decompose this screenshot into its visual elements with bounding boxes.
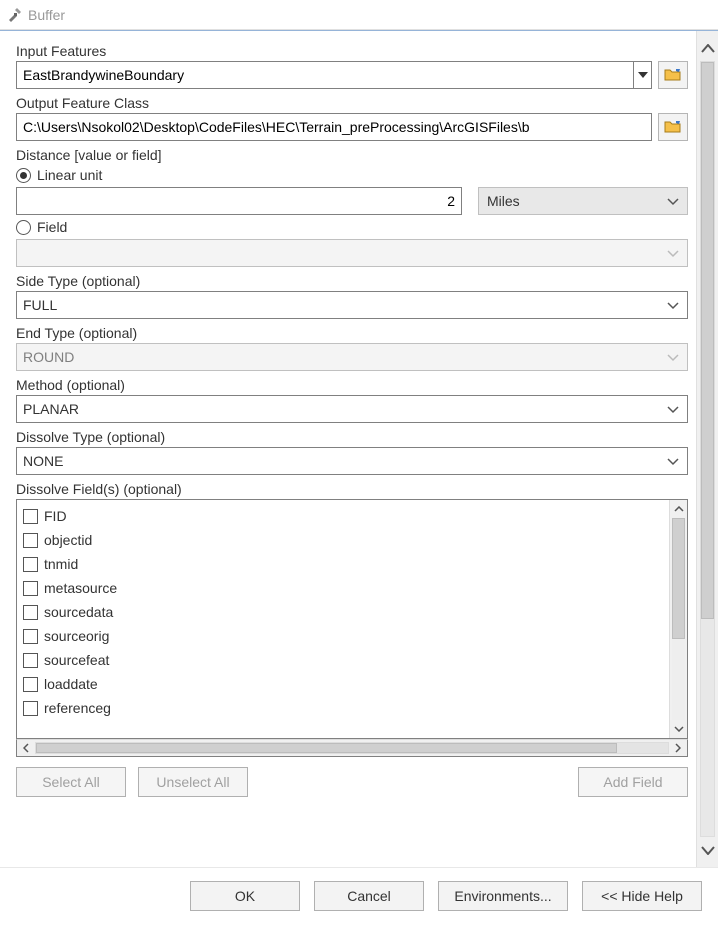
- field-item[interactable]: objectid: [23, 528, 663, 552]
- end-type-value: ROUND: [23, 349, 74, 365]
- field-checkbox[interactable]: [23, 557, 38, 572]
- chevron-down-icon: [667, 453, 679, 469]
- chevron-down-icon: [667, 349, 679, 365]
- folder-open-icon: [664, 119, 682, 135]
- field-item-label: tnmid: [44, 556, 78, 572]
- side-type-select[interactable]: FULL: [16, 291, 688, 319]
- input-features-browse-button[interactable]: [658, 61, 688, 89]
- input-features-input[interactable]: [17, 62, 633, 88]
- chevron-down-icon: [667, 245, 679, 261]
- input-features-label: Input Features: [16, 43, 688, 59]
- field-checkbox[interactable]: [23, 509, 38, 524]
- chevron-up-icon[interactable]: [697, 37, 718, 59]
- field-radio-label: Field: [37, 219, 67, 235]
- chevron-down-icon: [667, 297, 679, 313]
- field-item-label: referenceg: [44, 700, 111, 716]
- dissolve-type-value: NONE: [23, 453, 63, 469]
- window-title: Buffer: [28, 7, 65, 23]
- fields-horizontal-scrollbar[interactable]: [16, 739, 688, 757]
- fields-list: FID objectid tnmid metasource sourcedata sour…: [17, 500, 669, 738]
- field-item-label: sourceorig: [44, 628, 109, 644]
- input-features-combo[interactable]: [16, 61, 652, 89]
- method-value: PLANAR: [23, 401, 79, 417]
- scroll-track[interactable]: [672, 518, 685, 720]
- scroll-thumb[interactable]: [36, 743, 617, 753]
- unselect-all-button[interactable]: Unselect All: [138, 767, 248, 797]
- field-item[interactable]: FID: [23, 504, 663, 528]
- linear-unit-radio[interactable]: [16, 168, 31, 183]
- end-type-select: ROUND: [16, 343, 688, 371]
- scroll-thumb[interactable]: [672, 518, 685, 639]
- method-label: Method (optional): [16, 377, 688, 393]
- chevron-down-icon[interactable]: [697, 839, 718, 861]
- field-radio[interactable]: [16, 220, 31, 235]
- scroll-track[interactable]: [35, 742, 669, 754]
- dissolve-fields-label: Dissolve Field(s) (optional): [16, 481, 688, 497]
- field-checkbox[interactable]: [23, 533, 38, 548]
- distance-unit-select[interactable]: Miles: [478, 187, 688, 215]
- ok-button[interactable]: OK: [190, 881, 300, 911]
- cancel-button[interactable]: Cancel: [314, 881, 424, 911]
- field-checkbox[interactable]: [23, 701, 38, 716]
- scroll-track[interactable]: [700, 61, 715, 837]
- scroll-down-icon[interactable]: [670, 720, 687, 738]
- field-item[interactable]: metasource: [23, 576, 663, 600]
- output-feature-class-browse-button[interactable]: [658, 113, 688, 141]
- field-item-label: sourcedata: [44, 604, 113, 620]
- input-features-dropdown-icon[interactable]: [633, 62, 651, 88]
- form-column: Input Features Output Feature Class: [0, 31, 696, 867]
- output-feature-class-input[interactable]: [16, 113, 652, 141]
- output-feature-class-label: Output Feature Class: [16, 95, 688, 111]
- field-checkbox[interactable]: [23, 605, 38, 620]
- distance-label: Distance [value or field]: [16, 147, 688, 163]
- field-checkbox[interactable]: [23, 629, 38, 644]
- linear-unit-label: Linear unit: [37, 167, 102, 183]
- field-item-label: objectid: [44, 532, 92, 548]
- chevron-down-icon: [667, 401, 679, 417]
- scroll-right-icon[interactable]: [669, 740, 687, 756]
- panel-scrollbar[interactable]: [696, 31, 718, 867]
- environments-button[interactable]: Environments...: [438, 881, 568, 911]
- dissolve-type-select[interactable]: NONE: [16, 447, 688, 475]
- end-type-label: End Type (optional): [16, 325, 688, 341]
- scroll-thumb[interactable]: [701, 62, 714, 619]
- field-checkbox[interactable]: [23, 653, 38, 668]
- field-item-label: metasource: [44, 580, 117, 596]
- method-select[interactable]: PLANAR: [16, 395, 688, 423]
- field-item-label: loaddate: [44, 676, 98, 692]
- distance-unit-value: Miles: [487, 193, 520, 209]
- field-item-label: FID: [44, 508, 67, 524]
- side-type-label: Side Type (optional): [16, 273, 688, 289]
- field-item[interactable]: sourceorig: [23, 624, 663, 648]
- chevron-down-icon: [667, 193, 679, 209]
- scroll-left-icon[interactable]: [17, 740, 35, 756]
- field-item[interactable]: tnmid: [23, 552, 663, 576]
- scroll-up-icon[interactable]: [670, 500, 687, 518]
- hammer-icon: [6, 7, 22, 23]
- field-item[interactable]: referenceg: [23, 696, 663, 720]
- dissolve-type-label: Dissolve Type (optional): [16, 429, 688, 445]
- fields-vertical-scrollbar[interactable]: [669, 500, 687, 738]
- field-item[interactable]: sourcefeat: [23, 648, 663, 672]
- field-checkbox[interactable]: [23, 581, 38, 596]
- distance-value-input[interactable]: [16, 187, 462, 215]
- window-titlebar: Buffer: [0, 0, 718, 30]
- dialog-button-bar: OK Cancel Environments... << Hide Help: [0, 867, 718, 923]
- field-item[interactable]: loaddate: [23, 672, 663, 696]
- dissolve-fields-listbox[interactable]: FID objectid tnmid metasource sourcedata sour…: [16, 499, 688, 739]
- dialog-body: Input Features Output Feature Class: [0, 30, 718, 867]
- select-all-button[interactable]: Select All: [16, 767, 126, 797]
- add-field-button[interactable]: Add Field: [578, 767, 688, 797]
- field-item-label: sourcefeat: [44, 652, 109, 668]
- field-item[interactable]: sourcedata: [23, 600, 663, 624]
- hide-help-button[interactable]: << Hide Help: [582, 881, 702, 911]
- folder-open-icon: [664, 67, 682, 83]
- field-checkbox[interactable]: [23, 677, 38, 692]
- distance-field-select: [16, 239, 688, 267]
- side-type-value: FULL: [23, 297, 57, 313]
